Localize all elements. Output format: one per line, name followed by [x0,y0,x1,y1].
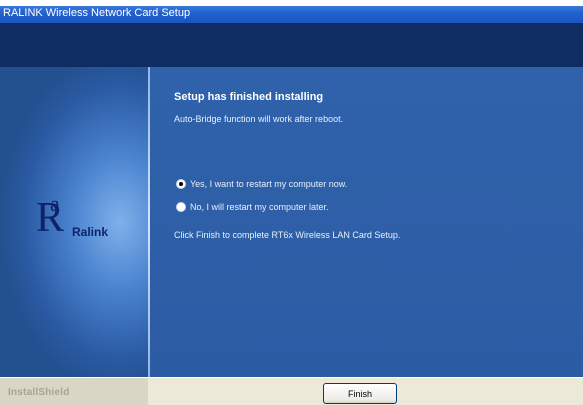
header-band [0,23,583,67]
logo-brand-text: Ralink [72,225,109,239]
info-text: Auto-Bridge function will work after reb… [174,114,344,124]
page-title: Setup has finished installing [174,91,324,103]
svg-text:a: a [50,191,60,216]
radio-label: No, I will restart my computer later. [190,202,329,212]
left-panel: R a Ralink [0,67,148,377]
content-area: R a Ralink Setup has finished installing… [0,67,583,377]
radio-restart-now[interactable]: Yes, I want to restart my computer now. [176,179,347,189]
finish-instruction: Click Finish to complete RT6x Wireless L… [174,230,401,240]
finish-button[interactable]: Finish [323,383,397,404]
radio-button-checked-icon[interactable] [176,179,186,189]
radio-button-icon[interactable] [176,202,186,212]
footer-bar: InstallShield Finish [0,377,583,405]
radio-restart-later[interactable]: No, I will restart my computer later. [176,202,329,212]
footer-left-panel: InstallShield [0,378,148,405]
radio-label: Yes, I want to restart my computer now. [190,179,348,189]
window-title: RALINK Wireless Network Card Setup [0,6,583,23]
setup-window: RALINK Wireless Network Card Setup R a R… [0,6,583,405]
installshield-label: InstallShield [8,387,70,398]
